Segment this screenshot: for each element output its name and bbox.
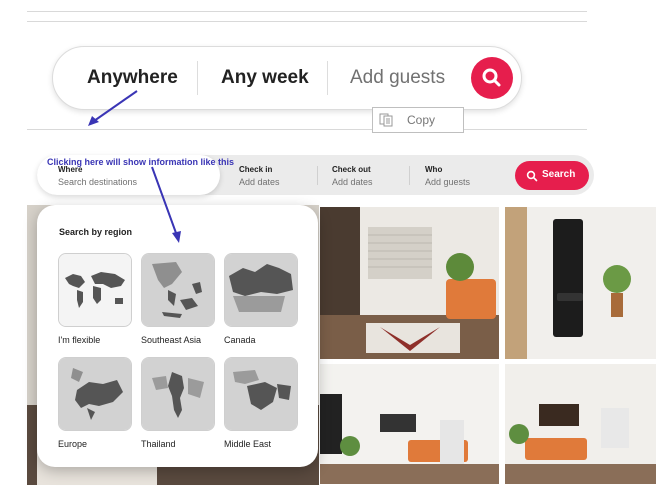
- annotation-arrows: [88, 90, 181, 243]
- annotation-arrow: [151, 166, 177, 234]
- annotation-arrow: [93, 90, 138, 122]
- annotation-arrowhead: [172, 231, 181, 243]
